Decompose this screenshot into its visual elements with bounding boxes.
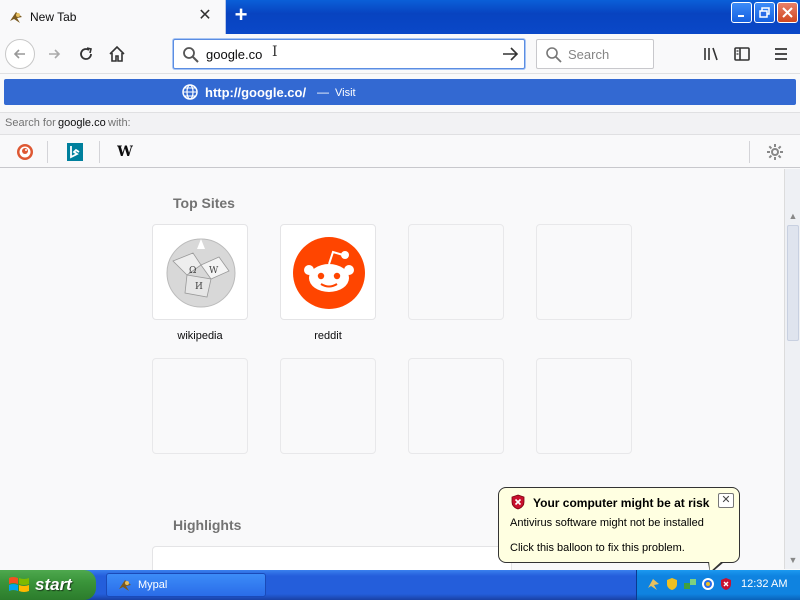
home-icon[interactable]: [103, 40, 131, 68]
suggestion-dash: —: [317, 85, 329, 99]
mypal-icon: [119, 580, 131, 591]
top-site-label: reddit: [314, 330, 342, 342]
search-with-suffix: with:: [108, 117, 131, 129]
shield-warning-icon: [511, 494, 525, 510]
top-sites-title: Top Sites: [173, 195, 235, 211]
duckduckgo-icon[interactable]: [15, 142, 35, 162]
reddit-icon: [293, 237, 365, 309]
window-titlebar: New Tab ✕ +: [0, 0, 800, 34]
clock: 12:32 AM: [741, 578, 788, 590]
mypal-favicon-icon: [10, 12, 22, 23]
top-site-empty[interactable]: [536, 224, 632, 320]
search-with-prefix: Search for: [5, 117, 56, 129]
restore-icon[interactable]: [754, 2, 775, 23]
new-tab-plus-icon[interactable]: +: [230, 4, 252, 27]
windows-logo-icon: [9, 577, 29, 592]
svg-text:W: W: [209, 266, 219, 276]
sidebar-icon[interactable]: [728, 40, 756, 68]
security-balloon[interactable]: Your computer might be at risk ✕ Antivir…: [498, 487, 740, 563]
url-bar[interactable]: google.co I: [173, 39, 525, 69]
bing-icon[interactable]: [65, 142, 85, 162]
start-label: start: [35, 575, 72, 594]
nav-toolbar: google.co I Search: [0, 34, 800, 74]
balloon-message-1: Antivirus software might not be installe…: [510, 517, 704, 529]
balloon-title: Your computer might be at risk: [533, 496, 710, 510]
gear-icon[interactable]: [765, 142, 785, 162]
close-window-icon[interactable]: [777, 2, 798, 23]
tray-app-icon[interactable]: [647, 577, 661, 591]
top-site-reddit[interactable]: [280, 224, 376, 320]
search-icon: [546, 47, 562, 63]
tab-close-icon[interactable]: ✕: [197, 8, 213, 24]
wikipedia-w-icon[interactable]: W: [115, 142, 135, 162]
taskbar-window-mypal[interactable]: Mypal: [106, 573, 266, 597]
vertical-scrollbar[interactable]: ▲ ▼: [784, 169, 800, 569]
reload-icon[interactable]: [72, 40, 100, 68]
tray-security-alert-icon[interactable]: [719, 577, 733, 591]
search-with-term: google.co: [58, 117, 106, 129]
scroll-thumb[interactable]: [787, 225, 799, 341]
scroll-up-icon[interactable]: ▲: [787, 209, 799, 223]
wikipedia-globe-icon: Ω W И: [166, 238, 236, 308]
taskbar: start Mypal 12:32 AM: [0, 570, 800, 600]
suggestion-url: http://google.co/: [205, 85, 307, 100]
url-suggestion-row[interactable]: http://google.co/ — Visit: [4, 79, 796, 105]
top-site-empty[interactable]: [408, 358, 504, 454]
search-icon: [183, 47, 199, 63]
globe-icon: [182, 84, 198, 100]
top-site-empty[interactable]: [152, 358, 248, 454]
tab-title: New Tab: [30, 10, 77, 24]
url-input-text[interactable]: google.co: [206, 47, 262, 62]
tray-globe-icon[interactable]: [701, 577, 715, 591]
top-site-empty[interactable]: [280, 358, 376, 454]
library-icon[interactable]: [697, 40, 725, 68]
back-arrow-icon[interactable]: [5, 39, 35, 69]
engine-separator: [99, 141, 100, 163]
go-arrow-icon[interactable]: [500, 44, 520, 64]
balloon-close-icon[interactable]: ✕: [718, 493, 734, 508]
svg-text:И: И: [195, 282, 203, 292]
svg-text:Ω: Ω: [189, 266, 196, 276]
search-placeholder: Search: [568, 47, 610, 62]
one-off-search-engines: W: [0, 134, 800, 168]
top-site-empty[interactable]: [536, 358, 632, 454]
top-site-wikipedia[interactable]: Ω W И: [152, 224, 248, 320]
tab-new-tab[interactable]: New Tab ✕: [0, 0, 226, 34]
window-controls: [731, 2, 798, 23]
taskbar-window-label: Mypal: [138, 579, 168, 591]
minimize-icon[interactable]: [731, 2, 752, 23]
forward-arrow-icon[interactable]: [40, 40, 68, 68]
text-cursor-icon: I: [272, 44, 278, 60]
start-button[interactable]: start: [0, 570, 96, 600]
suggestion-visit-label: Visit: [335, 87, 356, 99]
highlights-title: Highlights: [173, 517, 242, 533]
tray-network-icon[interactable]: [683, 577, 697, 591]
system-tray: 12:32 AM: [636, 570, 800, 600]
hamburger-menu-icon[interactable]: [767, 40, 795, 68]
top-site-empty[interactable]: [408, 224, 504, 320]
tray-shield-icon[interactable]: [665, 577, 679, 591]
search-with-row: Search for google.co with:: [0, 112, 800, 134]
engine-separator: [47, 141, 48, 163]
engine-separator: [749, 141, 750, 163]
balloon-message-2: Click this balloon to fix this problem.: [510, 542, 685, 554]
top-site-label: wikipedia: [177, 330, 223, 342]
scroll-down-icon[interactable]: ▼: [787, 553, 799, 567]
search-bar[interactable]: Search: [536, 39, 654, 69]
